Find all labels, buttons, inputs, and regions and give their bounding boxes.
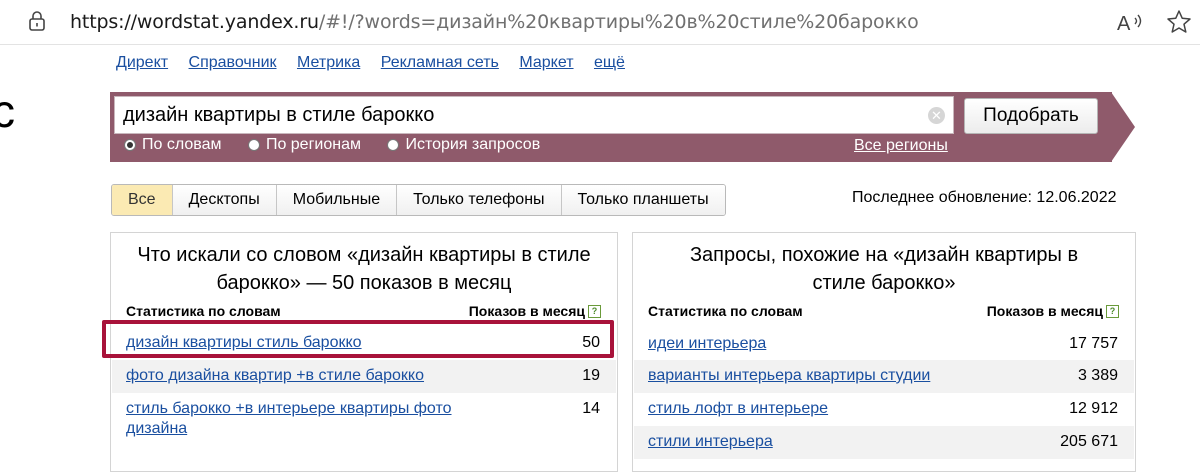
column-header-words: Статистика по словам xyxy=(126,303,281,319)
phrase-link[interactable]: стили интерьера xyxy=(648,432,773,452)
tab-desktops[interactable]: Десктопы xyxy=(171,185,276,215)
radio-dot xyxy=(247,139,260,151)
radio-dot xyxy=(124,139,136,151)
phrase-link[interactable]: варианты интерьера квартиры студии xyxy=(648,366,930,386)
search-input[interactable]: дизайн квартиры в стиле барокко ✕ xyxy=(114,96,954,134)
url-host: https://wordstat.yandex.ru xyxy=(70,11,319,33)
table-row: варианты интерьера квартиры студии 3 389 xyxy=(634,360,1134,393)
url-field[interactable]: https://wordstat.yandex.ru/#!/?words=диз… xyxy=(70,10,919,34)
highlight-box xyxy=(102,320,614,358)
services-nav: Директ Справочник Метрика Рекламная сеть… xyxy=(116,54,641,74)
browser-address-bar: https://wordstat.yandex.ru/#!/?words=диз… xyxy=(0,0,1200,45)
search-mode-radios: По словам По регионам История запросов xyxy=(124,136,562,158)
table-row: стили интерьера 205 671 xyxy=(634,426,1134,459)
right-panel-title: Запросы, похожие на «дизайн квартиры в с… xyxy=(689,244,1079,294)
column-header-words: Статистика по словам xyxy=(648,303,803,319)
service-link-metrika[interactable]: Метрика xyxy=(297,54,360,71)
help-icon[interactable]: ? xyxy=(588,304,601,318)
column-header-count: Показов в месяц ? xyxy=(469,303,601,319)
radio-label: По регионам xyxy=(265,136,361,153)
favorite-star-icon[interactable] xyxy=(1166,9,1192,35)
service-link-direct[interactable]: Директ xyxy=(116,54,168,71)
radio-label: История запросов xyxy=(405,136,541,153)
column-header-count-label: Показов в месяц xyxy=(986,303,1103,319)
table-row: идеи интерьера 17 757 xyxy=(634,328,1134,360)
column-header-count-label: Показов в месяц xyxy=(468,303,585,319)
radio-by-words[interactable]: По словам xyxy=(124,136,221,154)
service-link-market[interactable]: Маркет xyxy=(519,54,573,71)
phrase-link[interactable]: фото дизайна квартир +в стиле барокко xyxy=(126,366,424,386)
left-panel-title: Что искали со словом «дизайн квартиры в … xyxy=(137,244,591,294)
tab-tablets-only[interactable]: Только планшеты xyxy=(560,185,725,215)
service-link-spravochnik[interactable]: Справочник xyxy=(189,54,277,71)
count-value: 12 912 xyxy=(1069,400,1118,417)
count-value: 205 671 xyxy=(1060,433,1118,450)
svg-text:A: A xyxy=(1117,13,1131,35)
submit-button[interactable]: Подобрать xyxy=(964,98,1098,134)
table-row: фото дизайна квартир +в стиле барокко 19 xyxy=(112,360,616,393)
read-aloud-icon[interactable]: A xyxy=(1116,9,1146,35)
radio-by-regions[interactable]: По регионам xyxy=(247,136,361,154)
url-path: /#!/?words=дизайн%20квартиры%20в%20стиле… xyxy=(318,11,919,33)
phrase-link[interactable]: стиль лофт в интерьере xyxy=(648,399,828,419)
radio-label: По словам xyxy=(142,136,222,153)
last-update-text: Последнее обновление: 12.06.2022 xyxy=(852,189,1117,206)
tab-mobile[interactable]: Мобильные xyxy=(275,185,397,215)
radio-dot xyxy=(387,139,400,151)
all-regions-link[interactable]: Все регионы xyxy=(854,137,948,155)
tab-all[interactable]: Все xyxy=(112,185,172,215)
count-value: 14 xyxy=(582,400,600,417)
count-value: 3 389 xyxy=(1077,367,1118,384)
help-icon[interactable]: ? xyxy=(1106,304,1119,318)
service-link-more[interactable]: ещё xyxy=(594,54,625,71)
search-query: дизайн квартиры в стиле барокко xyxy=(123,104,435,126)
radio-history[interactable]: История запросов xyxy=(387,136,540,154)
tab-phones-only[interactable]: Только телефоны xyxy=(396,185,561,215)
device-tabs: Все Десктопы Мобильные Только телефоны Т… xyxy=(111,184,726,216)
logo-fragment: с xyxy=(0,85,15,137)
count-value: 17 757 xyxy=(1069,335,1118,352)
column-header-count: Показов в месяц ? xyxy=(987,303,1119,319)
table-row: стиль барокко +в интерьере квартиры фото… xyxy=(112,393,616,447)
service-link-ad-network[interactable]: Рекламная сеть xyxy=(381,54,499,71)
lock-icon[interactable] xyxy=(28,10,46,32)
clear-icon[interactable]: ✕ xyxy=(928,107,945,124)
phrase-link[interactable]: стиль барокко +в интерьере квартиры фото… xyxy=(126,399,456,439)
search-band-arrow xyxy=(1111,92,1135,162)
count-value: 19 xyxy=(582,367,600,384)
phrase-link[interactable]: идеи интерьера xyxy=(648,334,766,354)
table-row: стиль лофт в интерьере 12 912 xyxy=(634,393,1134,426)
right-panel: Запросы, похожие на «дизайн квартиры в с… xyxy=(632,232,1136,472)
